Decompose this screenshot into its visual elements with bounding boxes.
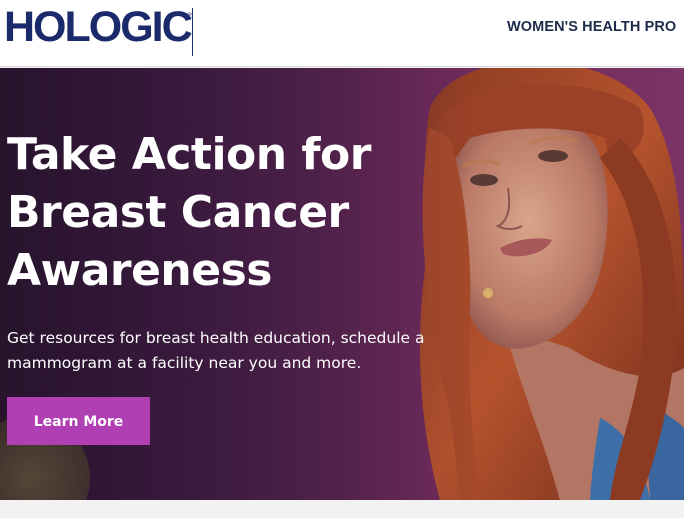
hero-title: Take Action for Breast Cancer Awareness — [7, 129, 371, 296]
nav-womens-health-pro[interactable]: WOMEN'S HEALTH PRO — [507, 19, 676, 35]
site-header: HOLOGIC ® WOMEN'S HEALTH PRO — [0, 0, 684, 67]
hero-subtitle: Get resources for breast health educatio… — [7, 329, 425, 372]
hologic-logo[interactable]: HOLOGIC — [4, 6, 193, 49]
page-footer-strip — [0, 500, 684, 518]
logo-divider — [192, 8, 193, 56]
hero-banner: Take Action for Breast Cancer Awareness … — [0, 68, 684, 500]
learn-more-button[interactable]: Learn More — [7, 397, 150, 445]
